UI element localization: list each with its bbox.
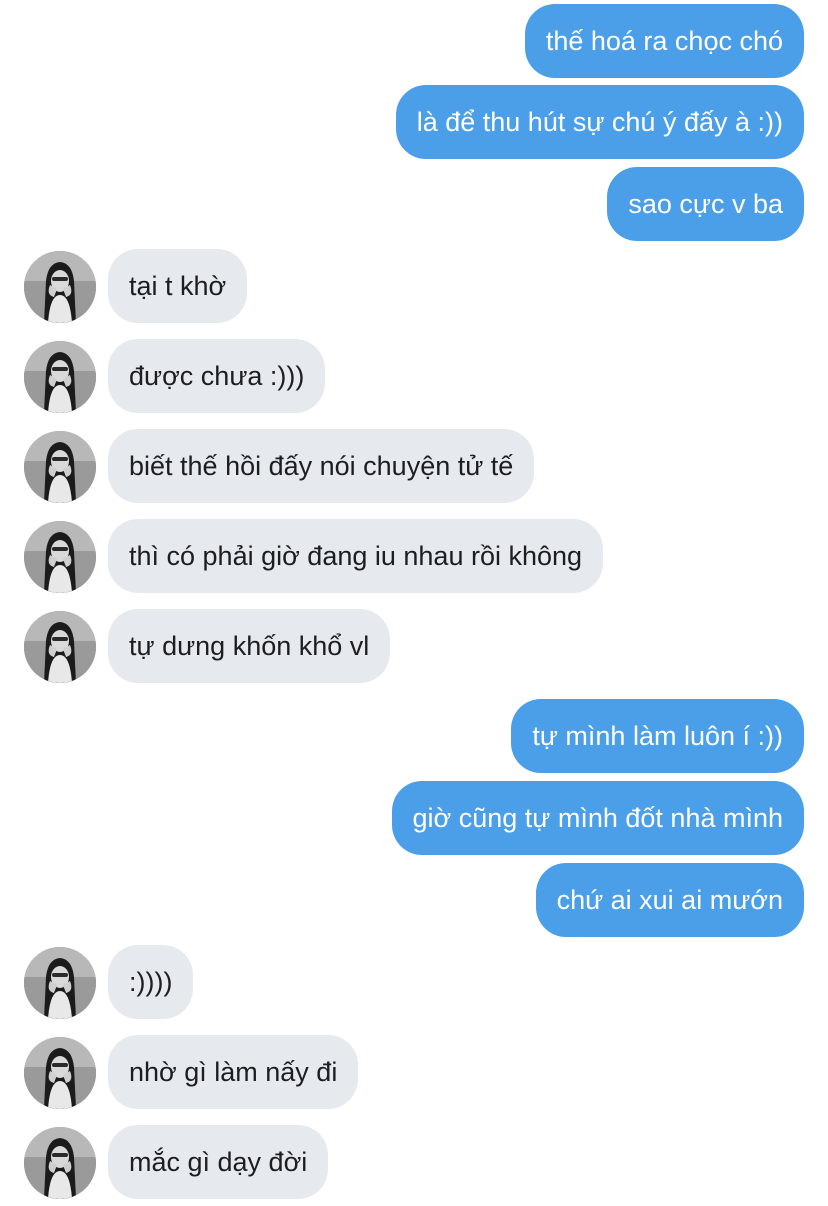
message-bubble-sent[interactable]: giờ cũng tự mình đốt nhà mình (391, 781, 804, 855)
message-row-sent: giờ cũng tự mình đốt nhà mình (0, 781, 828, 855)
message-row-received: nhờ gì làm nấy đi (0, 1035, 828, 1109)
avatar[interactable] (24, 431, 96, 503)
message-row-sent: sao cực v ba (0, 167, 828, 241)
avatar[interactable] (24, 521, 96, 593)
message-bubble-received[interactable]: tự dưng khốn khổ vl (108, 609, 391, 683)
message-row-received: :)))) (0, 945, 828, 1019)
message-row-received: thì có phải giờ đang iu nhau rồi không (0, 519, 828, 593)
message-row-received: được chưa :))) (0, 339, 828, 413)
message-bubble-sent[interactable]: là để thu hút sự chú ý đấy à :)) (395, 85, 804, 159)
message-bubble-received[interactable]: được chưa :))) (108, 339, 326, 413)
avatar[interactable] (24, 947, 96, 1019)
message-row-received: tại t khờ (0, 249, 828, 323)
message-bubble-received[interactable]: biết thế hồi đấy nói chuyện tử tế (108, 429, 535, 503)
message-bubble-sent[interactable]: sao cực v ba (607, 167, 804, 241)
message-bubble-received[interactable]: :)))) (108, 945, 194, 1019)
avatar[interactable] (24, 341, 96, 413)
message-row-received: mắc gì dạy đời (0, 1125, 828, 1199)
message-bubble-sent[interactable]: tự mình làm luôn í :)) (511, 699, 804, 773)
message-bubble-received[interactable]: thì có phải giờ đang iu nhau rồi không (108, 519, 604, 593)
message-bubble-received[interactable]: tại t khờ (108, 249, 248, 323)
avatar[interactable] (24, 1037, 96, 1109)
message-row-sent: là để thu hút sự chú ý đấy à :)) (0, 85, 828, 159)
message-bubble-received[interactable]: nhờ gì làm nấy đi (108, 1035, 359, 1109)
message-row-sent: tự mình làm luôn í :)) (0, 699, 828, 773)
avatar[interactable] (24, 611, 96, 683)
avatar[interactable] (24, 251, 96, 323)
avatar[interactable] (24, 1127, 96, 1199)
message-bubble-sent[interactable]: thế hoá ra chọc chó (524, 4, 804, 78)
message-row-received: tự dưng khốn khổ vl (0, 609, 828, 683)
message-bubble-sent[interactable]: chứ ai xui ai mướn (535, 863, 804, 937)
message-bubble-received[interactable]: mắc gì dạy đời (108, 1125, 329, 1199)
message-row-sent: chứ ai xui ai mướn (0, 863, 828, 937)
message-row-sent: thế hoá ra chọc chó (0, 4, 828, 78)
message-thread: thế hoá ra chọc chó là để thu hút sự chú… (0, 0, 828, 1206)
message-row-received: biết thế hồi đấy nói chuyện tử tế (0, 429, 828, 503)
